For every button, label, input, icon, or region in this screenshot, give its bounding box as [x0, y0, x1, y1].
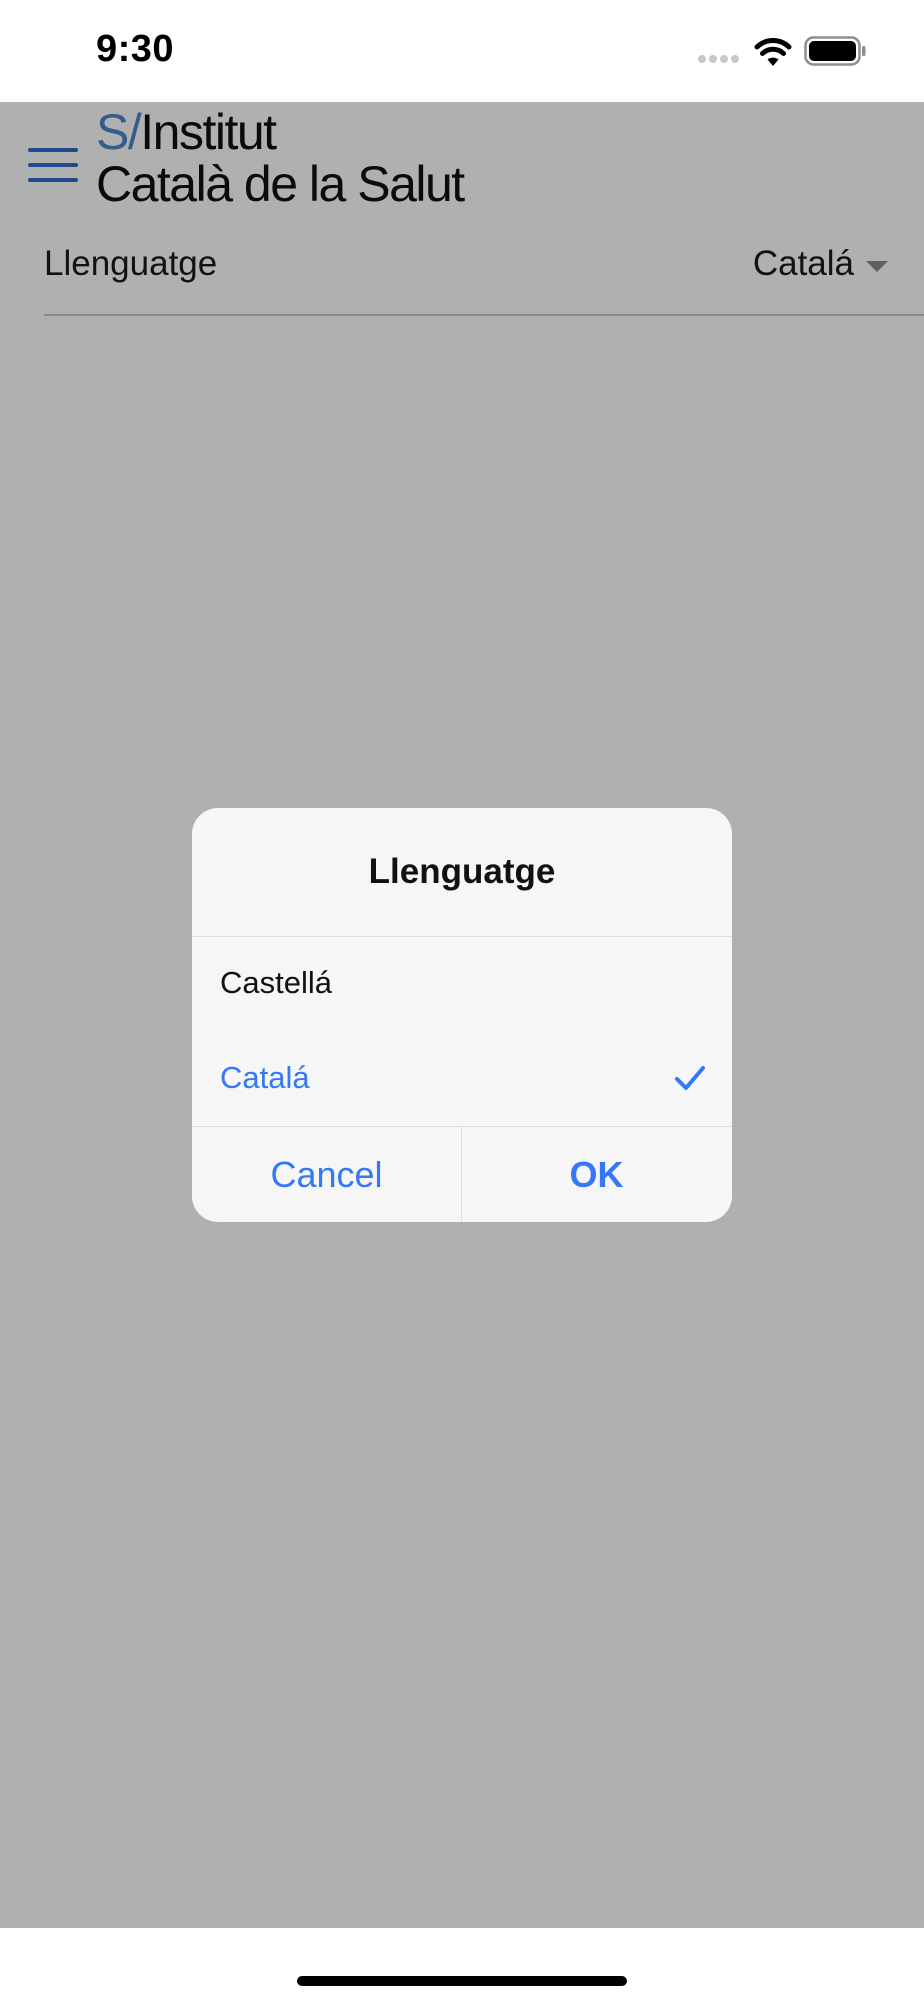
option-label: Castellá: [220, 965, 332, 1000]
dialog-button-bar: Cancel OK: [192, 1127, 732, 1222]
option-catala[interactable]: Catalá: [192, 1032, 732, 1128]
status-bar: 9:30: [0, 0, 924, 102]
ok-button[interactable]: OK: [462, 1127, 731, 1222]
cellular-signal-icon: [698, 55, 742, 65]
status-time: 9:30: [96, 28, 175, 70]
dialog-title: Llenguatge: [368, 852, 556, 891]
battery-icon: [804, 36, 866, 66]
language-dialog: Llenguatge Castellá Catalá Cancel OK: [192, 808, 732, 1222]
home-indicator-area: [0, 1928, 924, 2000]
option-castella[interactable]: Castellá: [192, 937, 732, 1033]
wifi-icon: [754, 38, 792, 66]
home-indicator[interactable]: [297, 1976, 627, 1986]
checkmark-icon: [675, 1066, 705, 1090]
cancel-button[interactable]: Cancel: [192, 1127, 461, 1222]
option-label: Catalá: [220, 1060, 310, 1095]
